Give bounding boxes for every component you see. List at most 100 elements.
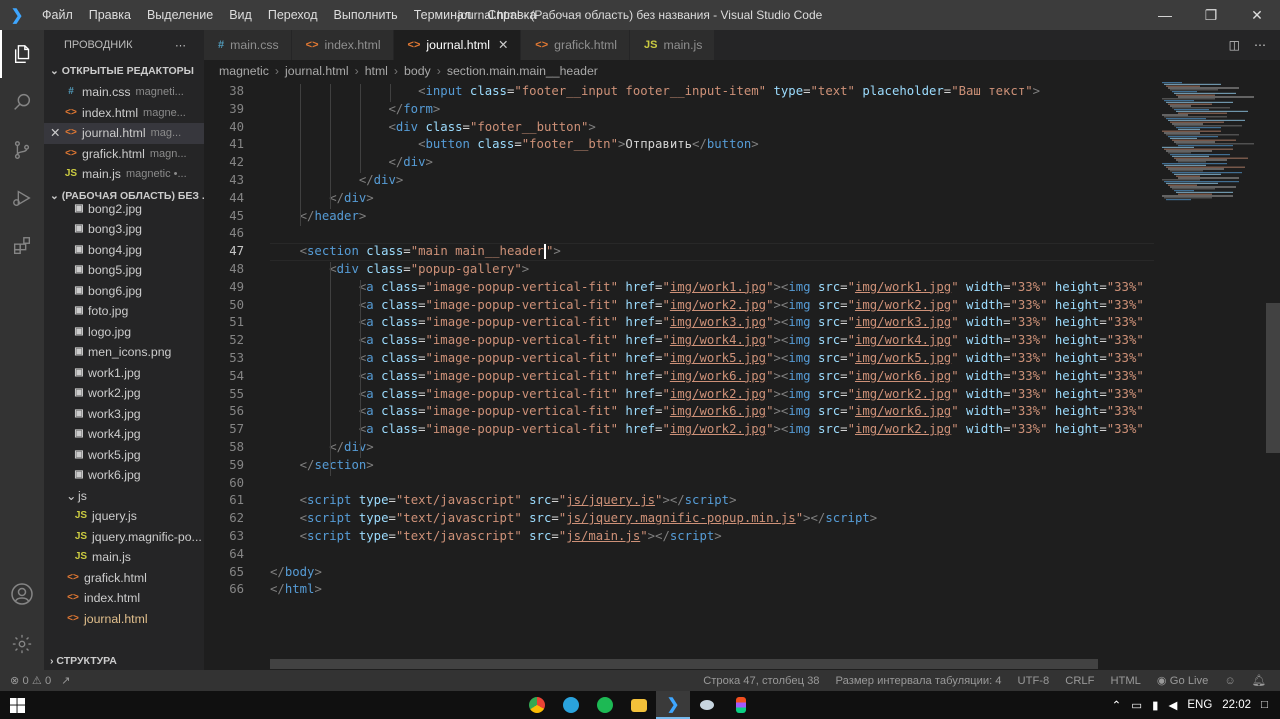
file-item[interactable]: ▣ bong6.jpg <box>44 281 204 302</box>
live-share-icon[interactable]: ↗ <box>61 674 70 687</box>
outline-section[interactable]: › СТРУКТУРА <box>44 650 204 670</box>
battery-icon[interactable]: ▮ <box>1152 698 1158 712</box>
code-line[interactable]: <script type="text/javascript" src="js/j… <box>270 493 737 507</box>
spotify-icon[interactable] <box>588 691 622 719</box>
telegram-icon[interactable] <box>554 691 588 719</box>
code-line[interactable]: <script type="text/javascript" src="js/m… <box>270 529 722 543</box>
menu-item[interactable]: Файл <box>34 0 81 30</box>
code-line[interactable]: <div class="popup-gallery"> <box>270 262 529 276</box>
file-item[interactable]: ▣ bong5.jpg <box>44 260 204 281</box>
menu-item[interactable]: Справка <box>479 0 544 30</box>
horizontal-scrollbar[interactable] <box>270 659 1098 669</box>
maximize-icon[interactable]: ❐ <box>1188 0 1234 30</box>
open-editors-section[interactable]: ⌄ ОТКРЫТЫЕ РЕДАКТОРЫ <box>44 60 204 82</box>
code-line[interactable]: </div> <box>270 440 373 454</box>
code-line[interactable]: <input class="footer__input footer__inpu… <box>270 84 1040 98</box>
open-editor-item[interactable]: JS main.js magnetic •... <box>44 164 204 185</box>
file-item[interactable]: ▣ work4.jpg <box>44 424 204 445</box>
feedback-icon[interactable]: ☺ <box>1224 675 1235 687</box>
minimize-icon[interactable]: — <box>1142 0 1188 30</box>
tab-journal-html[interactable]: <> journal.html ✕ <box>393 30 522 60</box>
close-icon[interactable]: ✕ <box>1234 0 1280 30</box>
open-editor-item[interactable]: <> grafick.html magn... <box>44 144 204 165</box>
source-control-icon[interactable] <box>0 126 44 174</box>
code-line[interactable]: <div class="footer__button"> <box>270 120 595 134</box>
explorer-icon[interactable] <box>0 30 44 78</box>
code-line[interactable]: </form> <box>270 102 440 116</box>
input-language[interactable]: ENG <box>1187 699 1212 711</box>
tab-size[interactable]: Размер интервала табуляции: 4 <box>836 675 1002 687</box>
more-actions-icon[interactable]: ⋯ <box>1254 38 1266 52</box>
code-line[interactable]: </section> <box>270 458 374 472</box>
notifications-icon[interactable]: 🔔︎ <box>1252 674 1266 687</box>
menu-item[interactable]: Вид <box>221 0 260 30</box>
account-icon[interactable] <box>0 570 44 618</box>
code-line[interactable]: <a class="image-popup-vertical-fit" href… <box>270 387 1144 401</box>
code-line[interactable]: <script type="text/javascript" src="js/j… <box>270 511 878 525</box>
file-item[interactable]: ▣ bong3.jpg <box>44 219 204 240</box>
eol[interactable]: CRLF <box>1065 675 1094 687</box>
code-line[interactable]: </body> <box>270 565 322 579</box>
breadcrumb-item[interactable]: html <box>365 64 388 78</box>
search-icon[interactable] <box>0 78 44 126</box>
volume-icon[interactable]: ◀ <box>1168 698 1177 712</box>
code-line[interactable]: <a class="image-popup-vertical-fit" href… <box>270 404 1144 418</box>
file-item[interactable]: <> journal.html <box>44 609 204 630</box>
file-item[interactable]: ▣ logo.jpg <box>44 322 204 343</box>
extensions-icon[interactable] <box>0 222 44 270</box>
vscode-taskbar-icon[interactable]: ❯ <box>656 691 690 719</box>
breadcrumb-item[interactable]: section.main.main__header <box>447 64 598 78</box>
settings-gear-icon[interactable] <box>0 620 44 668</box>
file-item[interactable]: <> index.html <box>44 588 204 609</box>
file-item[interactable]: ▣ work2.jpg <box>44 383 204 404</box>
file-item[interactable]: ▣ work3.jpg <box>44 404 204 425</box>
file-item[interactable]: <> grafick.html <box>44 568 204 589</box>
code-line[interactable]: </html> <box>270 582 322 596</box>
file-item[interactable]: ▣ foto.jpg <box>44 301 204 322</box>
more-actions-icon[interactable]: ⋯ <box>175 39 186 52</box>
code-line[interactable]: <a class="image-popup-vertical-fit" href… <box>270 351 1144 365</box>
open-editor-item[interactable]: # main.css magneti... <box>44 82 204 103</box>
go-live-button[interactable]: ◉ Go Live <box>1157 674 1208 687</box>
code-line[interactable]: <button class="footer__btn">Отправить</b… <box>270 137 759 151</box>
run-debug-icon[interactable] <box>0 174 44 222</box>
close-editor-icon[interactable]: ✕ <box>50 123 62 144</box>
file-item[interactable]: ▣ men_icons.png <box>44 342 204 363</box>
file-explorer-icon[interactable] <box>622 691 656 719</box>
tab-index-html[interactable]: <> index.html <box>291 30 394 60</box>
encoding[interactable]: UTF-8 <box>1018 675 1050 687</box>
code-line[interactable]: </div> <box>270 173 403 187</box>
language-mode[interactable]: HTML <box>1110 675 1140 687</box>
network-icon[interactable]: ▭ <box>1131 698 1142 712</box>
vertical-scrollbar[interactable] <box>1266 303 1280 453</box>
code-line[interactable]: </div> <box>270 155 432 169</box>
tab-main-css[interactable]: # main.css <box>204 30 292 60</box>
clock[interactable]: 22:02 <box>1222 699 1251 711</box>
file-item[interactable]: ▣ work5.jpg <box>44 445 204 466</box>
menu-item[interactable]: Правка <box>81 0 139 30</box>
split-editor-icon[interactable]: ◫ <box>1229 38 1240 52</box>
code-line[interactable]: <a class="image-popup-vertical-fit" href… <box>270 315 1144 329</box>
open-editor-item[interactable]: ✕ <> journal.html mag... <box>44 123 204 144</box>
code-line[interactable]: </header> <box>270 209 367 223</box>
code-line[interactable]: <section class="main main__header "> <box>270 244 561 260</box>
breadcrumb-item[interactable]: journal.html <box>285 64 349 78</box>
file-item[interactable]: ▣ bong4.jpg <box>44 240 204 261</box>
chrome-icon[interactable] <box>520 691 554 719</box>
file-item[interactable]: JS main.js <box>44 547 204 568</box>
open-editor-item[interactable]: <> index.html magne... <box>44 103 204 124</box>
folder-item[interactable]: ⌄ js <box>44 486 204 507</box>
file-item[interactable]: ▣ work6.jpg <box>44 465 204 486</box>
tray-expand-icon[interactable]: ⌃ <box>1112 698 1122 712</box>
code-editor[interactable]: 38 <input class="footer__input footer__i… <box>204 82 1154 658</box>
menu-item[interactable]: Выполнить <box>326 0 406 30</box>
code-line[interactable]: </div> <box>270 191 373 205</box>
code-line[interactable]: <a class="image-popup-vertical-fit" href… <box>270 280 1144 294</box>
close-tab-icon[interactable]: ✕ <box>498 38 508 52</box>
minimap[interactable] <box>1158 82 1268 232</box>
file-item[interactable]: JS jquery.js <box>44 506 204 527</box>
problems-indicator[interactable]: ⊗ 0 ⚠ 0 <box>10 674 51 687</box>
steam-icon[interactable] <box>690 691 724 719</box>
breadcrumb-item[interactable]: magnetic <box>219 64 269 78</box>
tab-grafick-html[interactable]: <> grafick.html <box>521 30 631 60</box>
